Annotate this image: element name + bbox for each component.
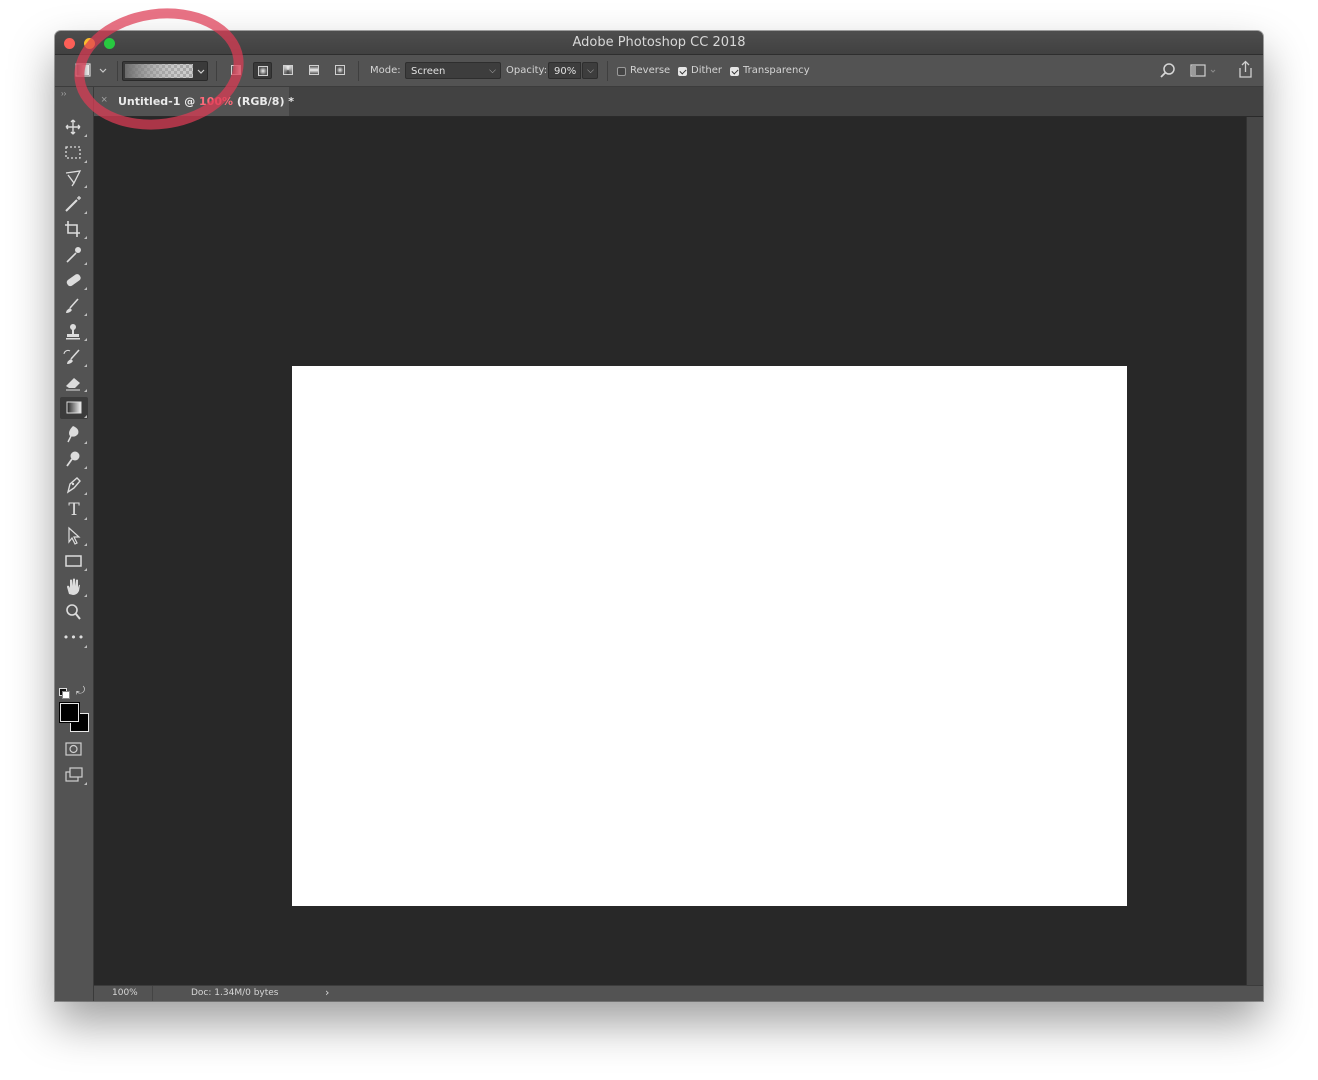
canvas-area[interactable] (94, 117, 1246, 985)
blur-icon[interactable] (60, 423, 88, 445)
linear-gradient-button[interactable] (227, 62, 246, 79)
search-button[interactable] (1159, 62, 1177, 80)
healing-brush-icon[interactable] (60, 269, 88, 291)
magic-wand-icon[interactable] (60, 193, 88, 215)
eyedropper-icon[interactable] (60, 244, 88, 266)
document-mode: (RGB/8) * (233, 95, 295, 108)
blend-mode-select[interactable]: Screen ⌵ (405, 62, 501, 79)
eraser-icon[interactable] (60, 371, 88, 393)
clone-stamp-icon[interactable] (60, 320, 88, 342)
crop-icon[interactable] (60, 218, 88, 240)
gradient-icon[interactable] (60, 397, 88, 419)
rectangle-icon[interactable] (60, 550, 88, 572)
dither-label: Dither (691, 65, 723, 76)
tools-panel: ›› T ••• ⤾ (55, 87, 94, 1001)
angle-gradient-button[interactable] (279, 62, 298, 79)
more-tools-icon[interactable]: ••• (60, 627, 88, 649)
status-menu-arrow[interactable]: › (325, 986, 329, 999)
transparency-checkbox[interactable] (730, 67, 739, 76)
default-colors-icon[interactable] (59, 688, 70, 699)
foreground-color-swatch[interactable] (60, 703, 79, 722)
blend-mode-value: Screen (411, 66, 446, 77)
share-button[interactable] (1235, 60, 1255, 80)
document-info: Doc: 1.34M/0 bytes (191, 988, 279, 998)
opacity-value: 90% (554, 66, 577, 77)
brush-icon[interactable] (60, 295, 88, 317)
radial-gradient-button[interactable] (253, 62, 272, 79)
options-bar: Mode: Screen ⌵ Opacity: 90% ⌵ Reverse Di… (55, 55, 1263, 87)
more-tools-glyph: ••• (62, 631, 86, 644)
title-bar: Adobe Photoshop CC 2018 (55, 31, 1263, 55)
move-icon[interactable] (60, 116, 88, 138)
search-icon (1160, 63, 1175, 78)
dither-checkbox[interactable] (678, 67, 687, 76)
reverse-label: Reverse (630, 65, 671, 76)
tool-preset-picker[interactable] (71, 62, 111, 80)
type-icon[interactable]: T (60, 499, 88, 521)
quick-mask-icon[interactable] (60, 738, 88, 760)
reverse-checkbox[interactable] (617, 67, 626, 76)
document-tab-bar: × Untitled-1 @ 100% (RGB/8) * (94, 87, 1263, 117)
dodge-icon[interactable] (60, 448, 88, 470)
close-tab-icon[interactable]: × (101, 94, 107, 106)
transparency-label: Transparency (743, 65, 810, 76)
gradient-tool-preset-icon (75, 63, 107, 77)
window-title: Adobe Photoshop CC 2018 (572, 35, 746, 50)
swap-colors-icon[interactable]: ⤾ (76, 685, 85, 698)
workspace-button[interactable] (1189, 62, 1219, 80)
opacity-label: Opacity: (506, 65, 548, 76)
document-tab[interactable]: × Untitled-1 @ 100% (RGB/8) * (94, 87, 294, 116)
gradient-preview (125, 64, 205, 78)
document-name: Untitled-1 @ (118, 95, 200, 108)
zoom-level-field[interactable]: 100% (112, 988, 138, 998)
photoshop-window: Adobe Photoshop CC 2018 Mode: Screen ⌵ O… (55, 31, 1263, 1001)
gradient-picker[interactable] (122, 61, 208, 81)
chevron-down-icon: ⌵ (489, 66, 496, 76)
history-brush-icon[interactable] (60, 346, 88, 368)
document-canvas[interactable] (292, 366, 1127, 906)
hand-icon[interactable] (60, 576, 88, 598)
lasso-icon[interactable] (60, 167, 88, 189)
workspace-icon (1190, 64, 1216, 77)
opacity-field[interactable]: 90% (548, 62, 581, 79)
path-selection-icon[interactable] (60, 525, 88, 547)
type-glyph: T (68, 500, 80, 520)
pen-icon[interactable] (60, 474, 88, 496)
collapse-panel-icon[interactable]: ›› (61, 89, 66, 98)
chevron-down-icon (197, 69, 205, 74)
status-bar: 100% Doc: 1.34M/0 bytes › (94, 985, 1263, 1001)
mode-label: Mode: (370, 65, 401, 76)
share-icon (1239, 60, 1252, 78)
reflected-gradient-button[interactable] (305, 62, 324, 79)
screen-mode-icon[interactable] (60, 764, 88, 786)
chevron-down-icon: ⌵ (587, 66, 594, 76)
marquee-icon[interactable] (60, 142, 88, 164)
opacity-dropdown[interactable]: ⌵ (582, 62, 598, 79)
vertical-scrollbar[interactable] (1246, 117, 1263, 985)
document-zoom: 100% (199, 95, 234, 108)
zoom-icon[interactable] (60, 601, 88, 623)
diamond-gradient-button[interactable] (331, 62, 350, 79)
